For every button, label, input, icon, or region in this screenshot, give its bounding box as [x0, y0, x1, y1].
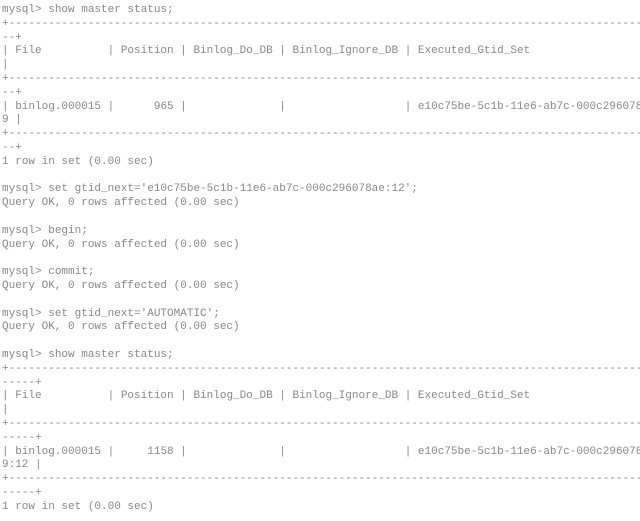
val-position: 965: [154, 101, 174, 113]
prompt: mysql>: [2, 266, 42, 278]
result: Query OK, 0 rows affected (0.00 sec): [2, 280, 240, 292]
val-file: binlog.000015: [15, 101, 101, 113]
val-gtid-cont: 9: [2, 114, 9, 126]
result: Query OK, 0 rows affected (0.00 sec): [2, 239, 240, 251]
val-gtid-cont: 9:12: [2, 459, 28, 471]
prompt: mysql>: [2, 183, 42, 195]
val-position: 1158: [147, 446, 173, 458]
prompt: mysql>: [2, 225, 42, 237]
cmd: set gtid_next='AUTOMATIC';: [48, 308, 220, 320]
col-position: Position: [121, 390, 174, 402]
cmd: set gtid_next='e10c75be-5c1b-11e6-ab7c-0…: [48, 183, 418, 195]
col-binlog-ignore: Binlog_Ignore_DB: [292, 45, 398, 57]
val-gtid: e10c75be-5c1b-11e6-ab7c-000c296078ae:1-: [418, 446, 640, 458]
result: 1 row in set (0.00 sec): [2, 156, 154, 168]
terminal-output: mysql> show master status; +------------…: [0, 0, 640, 518]
tbl-border: +---------------------------------------…: [2, 128, 640, 140]
col-position: Position: [121, 45, 174, 57]
result: 1 row in set (0.00 sec): [2, 501, 154, 513]
tbl-border-wrap: --+: [2, 32, 22, 44]
prompt: mysql>: [2, 349, 42, 361]
cmd: show master status;: [48, 349, 173, 361]
col-binlog-ignore: Binlog_Ignore_DB: [292, 390, 398, 402]
col-gtid: Executed_Gtid_Set: [418, 45, 530, 57]
tbl-border-wrap: -----+: [2, 432, 42, 444]
cmd: show master status;: [48, 4, 173, 16]
col-gtid: Executed_Gtid_Set: [418, 390, 530, 402]
tbl-border-wrap: --+: [2, 87, 22, 99]
tbl-border-wrap: --+: [2, 142, 22, 154]
prompt: mysql>: [2, 308, 42, 320]
tbl-border: +---------------------------------------…: [2, 473, 640, 485]
val-gtid: e10c75be-5c1b-11e6-ab7c-000c296078ae:1-: [418, 101, 640, 113]
tbl-border: +---------------------------------------…: [2, 363, 640, 375]
val-file: binlog.000015: [15, 446, 101, 458]
prompt: mysql>: [2, 4, 42, 16]
tbl-border: +---------------------------------------…: [2, 73, 640, 85]
tbl-border-wrap: -----+: [2, 377, 42, 389]
col-file: File: [15, 45, 41, 57]
cmd: begin;: [48, 225, 88, 237]
result: Query OK, 0 rows affected (0.00 sec): [2, 321, 240, 333]
tbl-border: +---------------------------------------…: [2, 418, 640, 430]
result: Query OK, 0 rows affected (0.00 sec): [2, 197, 240, 209]
col-binlog-do: Binlog_Do_DB: [193, 45, 272, 57]
col-binlog-do: Binlog_Do_DB: [193, 390, 272, 402]
tbl-border: +---------------------------------------…: [2, 18, 640, 30]
col-file: File: [15, 390, 41, 402]
tbl-border-wrap: -----+: [2, 487, 42, 499]
cmd: commit;: [48, 266, 94, 278]
